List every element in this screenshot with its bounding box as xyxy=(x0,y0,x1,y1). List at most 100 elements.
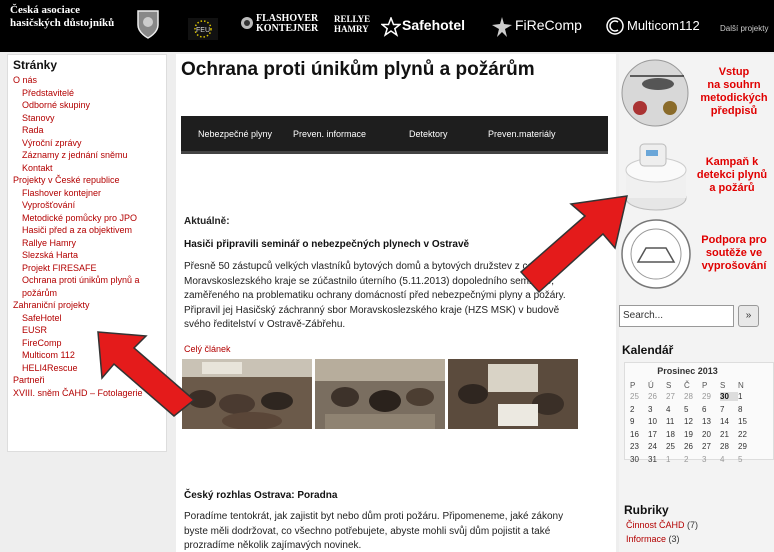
search-button[interactable]: » xyxy=(738,305,759,327)
red-arrow-right-annotation xyxy=(519,195,628,294)
calendar-day[interactable]: 25 xyxy=(666,442,684,451)
sidebar-item-ochrana-plyny[interactable]: Ochrana proti únikům plynů a xyxy=(13,274,166,287)
calendar-day[interactable]: 6 xyxy=(702,405,720,414)
sidebar-item-kontakt[interactable]: Kontakt xyxy=(13,162,166,175)
seminar-photo-2[interactable] xyxy=(315,359,445,429)
calendar-day[interactable]: 28 xyxy=(684,392,702,401)
sidebar-item-slezska-harta[interactable]: Slezská Harta xyxy=(13,249,166,262)
calendar-day[interactable]: 9 xyxy=(630,417,648,426)
category-informace[interactable]: Informace (3) xyxy=(626,534,680,544)
section-label: Aktuálně: xyxy=(184,216,230,227)
calendar-day[interactable]: 26 xyxy=(684,442,702,451)
menu-nebezpecne-plyny[interactable]: Nebezpečné plyny xyxy=(198,129,272,139)
calendar-day[interactable]: 30 xyxy=(720,392,738,401)
helicopter-badge-image[interactable] xyxy=(620,58,690,128)
calendar-day[interactable]: 29 xyxy=(738,442,756,451)
calendar-day[interactable]: 18 xyxy=(666,430,684,439)
calendar-weekday: S xyxy=(720,381,726,390)
calendar-day[interactable]: 11 xyxy=(666,417,684,426)
more-projects-link[interactable]: Další projekty xyxy=(720,24,768,33)
sidebar-item-odborne-skupiny[interactable]: Odborné skupiny xyxy=(13,99,166,112)
sidebar-item-flashover[interactable]: Flashover kontejner xyxy=(13,187,166,200)
sidebar-item-hasici-objektiv[interactable]: Hasiči před a za objektivem xyxy=(13,224,166,237)
fire-emblem-icon xyxy=(137,10,159,39)
calendar-day[interactable]: 1 xyxy=(738,392,756,401)
calendar-day[interactable]: 23 xyxy=(630,442,648,451)
promo-kampan-detekce[interactable]: Kampaň k detekci plynů a požárů xyxy=(690,156,774,195)
menu-preven-informace[interactable]: Preven. informace xyxy=(293,129,366,139)
calendar-week: 16 17 18 19 20 21 22 xyxy=(630,430,774,439)
calendar-day[interactable]: 12 xyxy=(684,417,702,426)
calendar-day[interactable]: 2 xyxy=(684,455,702,464)
menu-detektory[interactable]: Detektory xyxy=(409,129,448,139)
calendar-weekday: N xyxy=(738,381,744,390)
promo-metodicke-predpisy[interactable]: Vstup na souhrn metodických předpisů xyxy=(694,66,774,118)
flashover-logo-icon xyxy=(241,17,253,29)
calendar-day[interactable]: 10 xyxy=(648,417,666,426)
sidebar-item-stanovy[interactable]: Stanovy xyxy=(13,112,166,125)
calendar-day[interactable]: 3 xyxy=(648,405,666,414)
search-input[interactable]: Search... xyxy=(619,305,734,327)
firecomp-logo[interactable]: FiReComp xyxy=(515,17,582,33)
calendar-week: 25 26 27 28 29 30 1 xyxy=(630,392,774,401)
calendar-day[interactable]: 1 xyxy=(666,455,684,464)
calendar-day[interactable]: 30 xyxy=(630,455,648,464)
sidebar-item-zaznamy[interactable]: Záznamy z jednání sněmu xyxy=(13,149,166,162)
calendar-day[interactable]: 27 xyxy=(666,392,684,401)
org-name-line2: hasičských důstojníků xyxy=(10,17,115,29)
calendar-day[interactable]: 29 xyxy=(702,392,720,401)
sidebar-item-zahranicni[interactable]: Zahraniční projekty xyxy=(13,299,166,312)
promo-soutez-vyprostovani[interactable]: Podpora pro soutěže ve vyprošování xyxy=(694,234,774,273)
calendar-week: 23 24 25 26 27 28 29 xyxy=(630,442,774,451)
article2-title[interactable]: Český rozhlas Ostrava: Poradna xyxy=(184,490,337,501)
calendar-day[interactable]: 27 xyxy=(702,442,720,451)
multicom112-logo[interactable]: Multicom112 xyxy=(627,18,700,33)
eu-flag-logo[interactable]: FEU xyxy=(188,18,218,40)
sidebar-item-ochrana-pozarum[interactable]: požárům xyxy=(13,287,166,300)
org-logo[interactable]: Česká asociace hasičských důstojníků xyxy=(10,4,114,30)
calendar-day[interactable]: 14 xyxy=(720,417,738,426)
calendar-day[interactable]: 26 xyxy=(648,392,666,401)
sidebar-item-firesafe[interactable]: Projekt FIRESAFE xyxy=(13,262,166,275)
calendar-weekday: Ú xyxy=(648,381,654,390)
calendar-day[interactable]: 7 xyxy=(720,405,738,414)
safehotel-logo[interactable]: Safehotel xyxy=(402,17,465,33)
calendar-day[interactable]: 5 xyxy=(738,455,756,464)
calendar-day[interactable]: 8 xyxy=(738,405,756,414)
seminar-photo-1[interactable] xyxy=(182,359,312,429)
calendar-day[interactable]: 16 xyxy=(630,430,648,439)
calendar-day[interactable]: 4 xyxy=(666,405,684,414)
calendar-day[interactable]: 22 xyxy=(738,430,756,439)
calendar-day[interactable]: 24 xyxy=(648,442,666,451)
category-cinnost[interactable]: Činnost ČAHD (7) xyxy=(626,520,698,530)
sidebar-item-rada[interactable]: Rada xyxy=(13,124,166,137)
calendar-day[interactable]: 20 xyxy=(702,430,720,439)
main-content: Ochrana proti únikům plynů a požárům Neb… xyxy=(176,54,616,552)
sidebar-item-o-nas[interactable]: O nás xyxy=(13,74,166,87)
sidebar-item-vyrocni-zpravy[interactable]: Výroční zprávy xyxy=(13,137,166,150)
calendar-day[interactable]: 17 xyxy=(648,430,666,439)
calendar-day[interactable]: 31 xyxy=(648,455,666,464)
sidebar-item-vyprostovani[interactable]: Vyprošťování xyxy=(13,199,166,212)
sidebar-item-predstavitele[interactable]: Představitelé xyxy=(13,87,166,100)
calendar-day[interactable]: 5 xyxy=(684,405,702,414)
org-name-line1: Česká asociace xyxy=(10,4,80,16)
calendar-day[interactable]: 19 xyxy=(684,430,702,439)
calendar-day[interactable]: 13 xyxy=(702,417,720,426)
calendar-day[interactable]: 4 xyxy=(720,455,738,464)
calendar-day[interactable]: 15 xyxy=(738,417,756,426)
flashover-kontejner-logo[interactable]: FLASHOVER KONTEJNER xyxy=(256,14,318,34)
sidebar-item-metodicke-pomucky[interactable]: Metodické pomůcky pro JPO xyxy=(13,212,166,225)
menu-preven-materialy[interactable]: Preven.materiály xyxy=(488,129,556,139)
calendar-day[interactable]: 2 xyxy=(630,405,648,414)
calendar-day[interactable]: 25 xyxy=(630,392,648,401)
sidebar-item-rallye-hamry[interactable]: Rallye Hamry xyxy=(13,237,166,250)
calendar-day[interactable]: 28 xyxy=(720,442,738,451)
rellye-hamry-logo[interactable]: RELLYE HAMRY xyxy=(334,14,370,34)
sidebar-item-projekty-cr[interactable]: Projekty v České republice xyxy=(13,174,166,187)
seminar-photo-3[interactable] xyxy=(448,359,578,429)
calendar-day[interactable]: 3 xyxy=(702,455,720,464)
calendar-day[interactable]: 21 xyxy=(720,430,738,439)
article1-title[interactable]: Hasiči připravili seminář o nebezpečných… xyxy=(184,239,469,250)
sidebar-heading: Stránky xyxy=(13,58,58,72)
